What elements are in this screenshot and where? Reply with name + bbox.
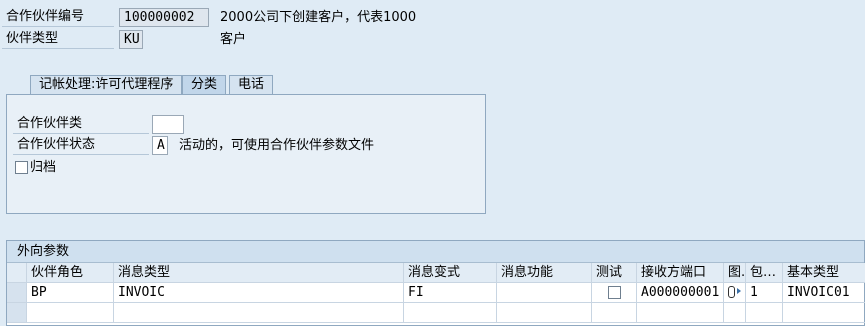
partner-status-label: 合作伙伴状态: [13, 136, 149, 155]
cell-empty[interactable]: [27, 303, 114, 323]
table-row-empty[interactable]: [7, 303, 865, 323]
outbound-parameters-table: 外向参数 伙伴角色 消息类型 消息变式 消息功能 测试 接收方端口 图. 包… …: [6, 240, 865, 326]
column-header-pack[interactable]: 包…: [746, 263, 783, 283]
row-selector[interactable]: [7, 303, 27, 323]
archive-checkbox[interactable]: [15, 161, 28, 174]
cell-empty[interactable]: [404, 303, 497, 323]
column-header-test[interactable]: 测试: [592, 263, 637, 283]
tab-telephone[interactable]: 电话: [229, 75, 274, 95]
partner-status-description: 活动的，可使用合作伙伴参数文件: [179, 138, 375, 153]
partner-type-label: 伙伴类型: [2, 30, 114, 49]
row-selector[interactable]: [7, 283, 27, 303]
partner-class-field[interactable]: [152, 115, 184, 134]
cell-icon[interactable]: [724, 283, 746, 303]
cell-partner-role[interactable]: BP: [27, 283, 114, 303]
partner-type-field[interactable]: KU: [119, 30, 143, 49]
partner-number-label: 合作伙伴编号: [2, 8, 114, 27]
document-icon: [728, 286, 735, 298]
row-selector-header[interactable]: [7, 263, 27, 283]
column-header-message-function[interactable]: 消息功能: [497, 263, 592, 283]
test-checkbox[interactable]: [608, 286, 621, 299]
column-header-icon[interactable]: 图.: [724, 263, 746, 283]
cell-empty[interactable]: [114, 303, 404, 323]
table-header-row: 伙伴角色 消息类型 消息变式 消息功能 测试 接收方端口 图. 包… 基本类型: [7, 263, 865, 283]
tab-posting-licensing[interactable]: 记帐处理:许可代理程序: [30, 75, 183, 95]
cell-message-variant[interactable]: FI: [404, 283, 497, 303]
partner-number-description: 2000公司下创建客户，代表1000: [220, 10, 417, 25]
cell-empty[interactable]: [783, 303, 865, 323]
cell-empty[interactable]: [746, 303, 783, 323]
cell-test: [592, 283, 637, 303]
archive-label: 归档: [30, 160, 57, 175]
column-header-receiver-port[interactable]: 接收方端口: [637, 263, 724, 283]
column-header-partner-role[interactable]: 伙伴角色: [27, 263, 114, 283]
partner-class-label: 合作伙伴类: [13, 115, 149, 134]
partner-type-description: 客户: [220, 32, 247, 47]
cell-empty[interactable]: [724, 303, 746, 323]
partner-status-field[interactable]: A: [152, 136, 168, 155]
arrow-right-icon: [737, 288, 741, 294]
cell-receiver-port[interactable]: A000000001: [637, 283, 724, 303]
column-header-message-variant[interactable]: 消息变式: [404, 263, 497, 283]
cell-empty[interactable]: [592, 303, 637, 323]
table-title: 外向参数: [7, 241, 864, 263]
partner-number-field[interactable]: 100000002: [119, 8, 209, 27]
cell-empty[interactable]: [637, 303, 724, 323]
table-row[interactable]: BP INVOIC FI A000000001 1 INVOIC01: [7, 283, 865, 303]
cell-basic-type[interactable]: INVOIC01: [783, 283, 865, 303]
classification-panel: 合作伙伴类 合作伙伴状态 A 活动的，可使用合作伙伴参数文件 归档: [6, 94, 486, 214]
column-header-basic-type[interactable]: 基本类型: [783, 263, 865, 283]
cell-empty[interactable]: [497, 303, 592, 323]
cell-message-type[interactable]: INVOIC: [114, 283, 404, 303]
cell-pack[interactable]: 1: [746, 283, 783, 303]
tab-classification[interactable]: 分类: [182, 75, 227, 95]
cell-message-function[interactable]: [497, 283, 592, 303]
column-header-message-type[interactable]: 消息类型: [114, 263, 404, 283]
